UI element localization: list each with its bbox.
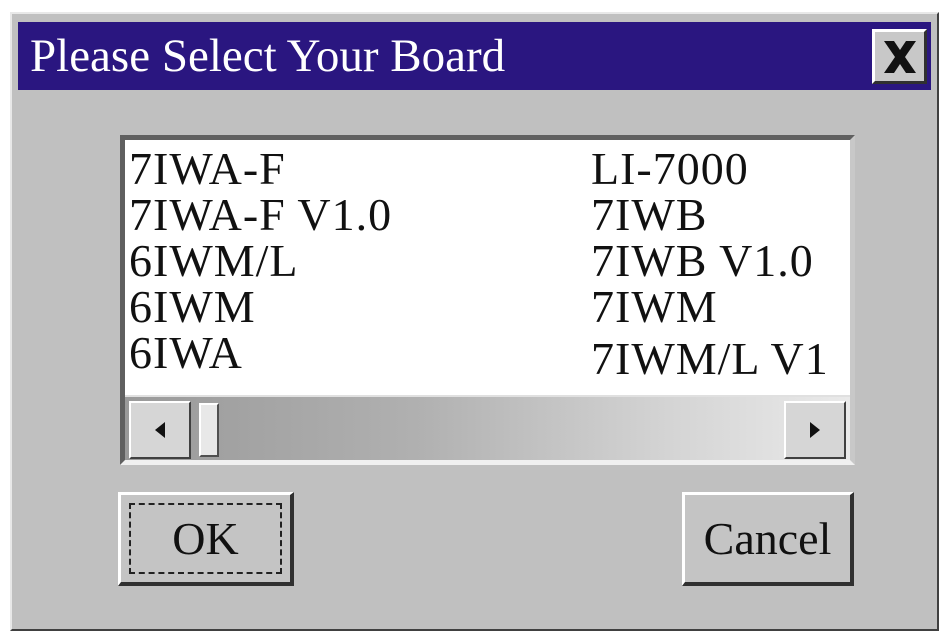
cancel-button-label: Cancel: [703, 513, 832, 564]
ok-button-label: OK: [172, 513, 239, 564]
list-item[interactable]: 6IWM/L: [129, 238, 392, 284]
list-item[interactable]: 6IWA: [129, 330, 392, 376]
scroll-left-button[interactable]: [129, 401, 191, 459]
scrollbar-thumb[interactable]: [199, 403, 219, 457]
list-item[interactable]: 7IWA-F V1.0: [129, 192, 392, 238]
list-item[interactable]: 7IWB V1.0: [591, 238, 829, 284]
board-list-left-column: 7IWA-F 7IWA-F V1.0 6IWM/L 6IWM 6IWA: [129, 146, 392, 376]
cancel-button[interactable]: Cancel: [682, 492, 854, 586]
list-item[interactable]: 7IWM: [591, 284, 829, 330]
board-listbox[interactable]: 7IWA-F 7IWA-F V1.0 6IWM/L 6IWM 6IWA LI-7…: [120, 135, 855, 465]
list-item[interactable]: 7IWA-F: [129, 146, 392, 192]
ok-button[interactable]: OK: [118, 492, 294, 586]
scroll-right-button[interactable]: [784, 401, 846, 459]
right-arrow-icon: [810, 422, 820, 438]
title-bar[interactable]: Please Select Your Board: [18, 22, 931, 90]
horizontal-scrollbar[interactable]: [125, 395, 850, 460]
left-arrow-icon: [155, 422, 165, 438]
close-icon: [883, 40, 916, 73]
list-item[interactable]: 6IWM: [129, 284, 392, 330]
board-select-dialog: Please Select Your Board 7IWA-F 7IWA-F V…: [10, 12, 939, 631]
board-list-right-column: LI-7000 7IWB 7IWB V1.0 7IWM 7IWM/L V1: [591, 146, 829, 382]
dialog-title: Please Select Your Board: [30, 30, 506, 82]
list-item[interactable]: 7IWB: [591, 192, 829, 238]
list-item[interactable]: 7IWM/L V1: [591, 336, 829, 382]
list-item[interactable]: LI-7000: [591, 146, 829, 192]
close-button[interactable]: [872, 29, 927, 84]
